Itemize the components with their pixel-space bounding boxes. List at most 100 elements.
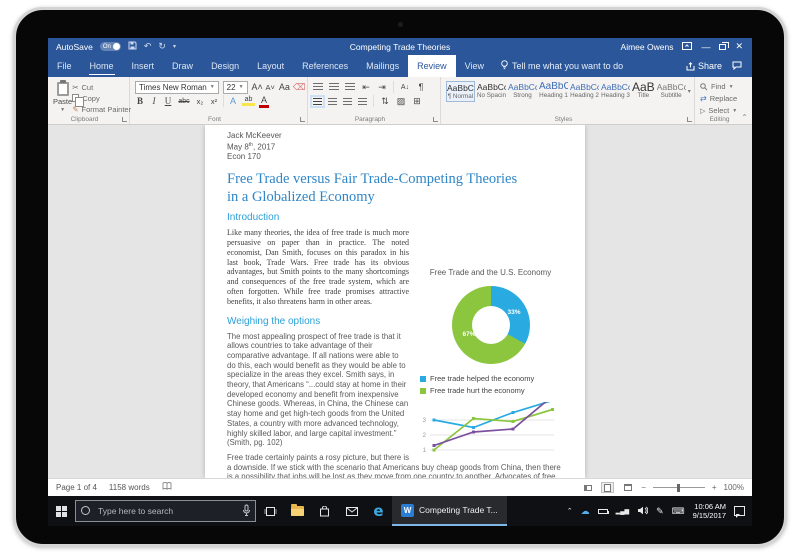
show-marks-button[interactable]: ¶	[416, 82, 426, 92]
tab-file[interactable]: File	[48, 55, 81, 77]
underline-button[interactable]: U	[163, 96, 173, 106]
share-button[interactable]: Share	[686, 61, 722, 71]
action-center-icon[interactable]	[734, 506, 745, 516]
font-name-combo[interactable]: Times New Roman▼	[135, 81, 219, 94]
align-right-button[interactable]	[343, 98, 352, 105]
cut-button[interactable]: ✂Cut	[72, 82, 131, 92]
search-input[interactable]	[75, 500, 256, 522]
select-button[interactable]: ▷Select▼	[700, 105, 747, 116]
tab-mailings[interactable]: Mailings	[357, 55, 408, 77]
tab-review[interactable]: Review	[408, 55, 456, 77]
shrink-font-button[interactable]: A˅	[266, 83, 275, 92]
line-spacing-button[interactable]: ⇅	[380, 96, 390, 107]
tab-layout[interactable]: Layout	[248, 55, 293, 77]
read-mode-button[interactable]	[581, 482, 594, 493]
proofing-icon[interactable]	[162, 482, 172, 493]
style-heading3[interactable]: AaBbCcDHeading 3	[601, 81, 630, 102]
font-size-combo[interactable]: 22▼	[223, 81, 248, 94]
network-signal-icon[interactable]: ▂▄▆	[616, 508, 629, 515]
tab-draw[interactable]: Draw	[163, 55, 202, 77]
task-view-button[interactable]	[257, 496, 284, 526]
styles-gallery-more-button[interactable]: ▾	[688, 81, 691, 102]
style-title[interactable]: AaBTitle	[632, 81, 655, 102]
replace-button[interactable]: ⇄Replace	[700, 93, 747, 104]
decrease-indent-button[interactable]: ⇤	[361, 82, 371, 93]
shading-button[interactable]: ▨	[396, 96, 406, 107]
font-dialog-launcher[interactable]	[300, 117, 305, 122]
zoom-level[interactable]: 100%	[724, 483, 744, 492]
clear-formatting-icon[interactable]: ⌫	[293, 82, 303, 93]
align-center-button[interactable]	[328, 98, 337, 105]
undo-icon[interactable]: ↶	[144, 42, 152, 51]
page-indicator[interactable]: Page 1 of 4	[56, 483, 97, 492]
style-heading1[interactable]: AaBbCHeading 1	[539, 81, 568, 102]
zoom-out-button[interactable]: −	[641, 483, 646, 492]
touch-keyboard-icon[interactable]: ⌨	[672, 507, 685, 516]
style-normal[interactable]: AaBbCcD¶ Normal	[446, 81, 475, 102]
justify-button[interactable]	[358, 98, 367, 105]
bold-button[interactable]: B	[135, 96, 145, 106]
grow-font-button[interactable]: A˄	[252, 82, 262, 92]
numbering-button[interactable]	[329, 83, 339, 92]
edge-icon[interactable]: e	[365, 496, 392, 526]
increase-indent-button[interactable]: ⇥	[377, 82, 387, 93]
tray-chevron-icon[interactable]: ⌃	[567, 508, 573, 515]
tab-view[interactable]: View	[456, 55, 493, 77]
ribbon-display-options-icon[interactable]	[682, 42, 692, 52]
subscript-button[interactable]: x₂	[195, 97, 205, 106]
zoom-in-button[interactable]: +	[712, 483, 717, 492]
redo-icon[interactable]: ↻	[158, 42, 166, 51]
pen-icon[interactable]: ✎	[656, 507, 664, 516]
sort-button[interactable]: A↓	[400, 84, 410, 91]
style-subtitle[interactable]: AaBbCcDSubtitle	[657, 81, 686, 102]
clipboard-dialog-launcher[interactable]	[122, 117, 127, 122]
volume-icon[interactable]	[637, 502, 648, 520]
user-name[interactable]: Aimee Owens	[621, 42, 674, 52]
change-case-button[interactable]: Aa	[279, 82, 289, 92]
battery-icon[interactable]	[598, 509, 608, 514]
copy-button[interactable]: Copy	[72, 93, 131, 103]
web-layout-button[interactable]	[621, 482, 634, 493]
store-icon[interactable]	[311, 496, 338, 526]
tell-me-box[interactable]: Tell me what you want to do	[493, 55, 631, 77]
qat-customize-icon[interactable]: ▾	[173, 44, 176, 50]
mail-icon[interactable]	[338, 496, 365, 526]
styles-dialog-launcher[interactable]	[687, 117, 692, 122]
multilevel-list-button[interactable]	[345, 83, 355, 92]
word-taskbar-button[interactable]: W Competing Trade T...	[392, 496, 507, 526]
find-button[interactable]: Find▼	[700, 81, 747, 92]
print-layout-button[interactable]	[601, 482, 614, 493]
font-color-button[interactable]: A	[259, 95, 269, 108]
style-heading2[interactable]: AaBbCcCHeading 2	[570, 81, 599, 102]
superscript-button[interactable]: x²	[209, 97, 219, 106]
restore-button[interactable]	[719, 44, 726, 50]
highlight-button[interactable]: ab	[242, 96, 255, 106]
close-button[interactable]: ✕	[735, 41, 743, 52]
comments-icon[interactable]	[732, 61, 742, 72]
tab-insert[interactable]: Insert	[123, 55, 164, 77]
onedrive-cloud-icon[interactable]: ☁	[581, 507, 590, 516]
tab-design[interactable]: Design	[202, 55, 248, 77]
document-page[interactable]: Jack McKeever May 8th, 2017 Econ 170 Fre…	[205, 125, 585, 478]
style-strong[interactable]: AaBbCcDStrong	[508, 81, 537, 102]
text-effects-button[interactable]: A	[228, 96, 238, 106]
tab-references[interactable]: References	[293, 55, 357, 77]
minimize-button[interactable]: —	[701, 42, 710, 52]
borders-button[interactable]: ⊞	[412, 96, 422, 107]
mic-icon[interactable]	[242, 504, 251, 522]
bullets-button[interactable]	[313, 83, 323, 92]
italic-button[interactable]: I	[149, 96, 159, 106]
start-button[interactable]	[48, 496, 74, 526]
collapse-ribbon-icon[interactable]: ⌃	[741, 113, 748, 122]
word-count[interactable]: 1158 words	[109, 483, 150, 492]
tab-home[interactable]: Home	[81, 55, 123, 77]
strikethrough-button[interactable]: abc	[177, 98, 191, 105]
zoom-slider-knob[interactable]	[677, 484, 680, 492]
save-icon[interactable]	[128, 41, 137, 52]
paragraph-dialog-launcher[interactable]	[433, 117, 438, 122]
align-left-button[interactable]	[313, 98, 322, 105]
file-explorer-icon[interactable]	[284, 496, 311, 526]
paste-button[interactable]: Paste ▼	[53, 80, 72, 114]
clock[interactable]: 10:06 AM 9/15/2017	[693, 502, 726, 520]
autosave-toggle[interactable]: On	[100, 42, 121, 51]
